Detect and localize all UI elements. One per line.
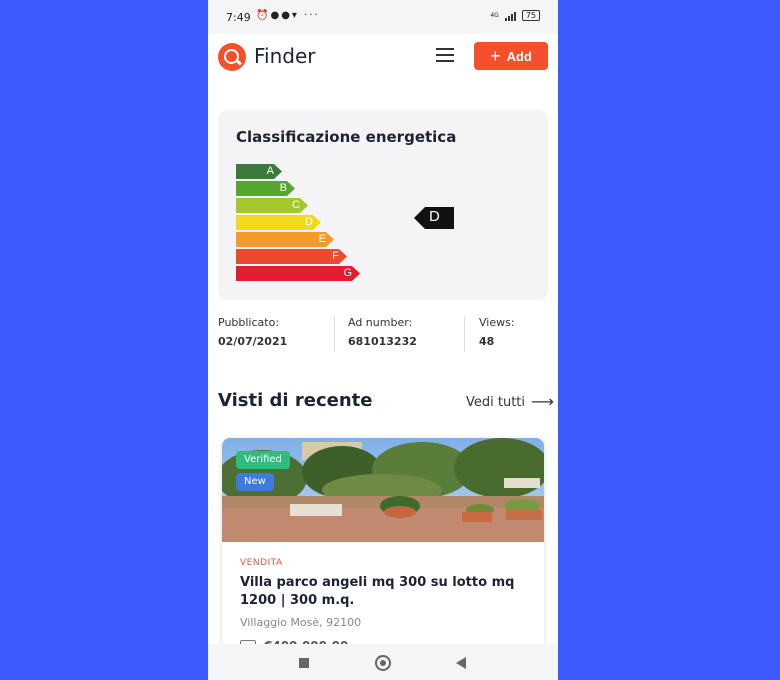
views-label: Views: [479,316,515,329]
facebook-icon: ● [281,10,292,21]
views-value: 48 [479,335,495,348]
see-all-link[interactable]: Vedi tutti ⟶ [466,394,554,410]
energy-class-label: E [318,233,326,245]
current-energy-class: D [429,208,440,225]
energy-class-b: B [236,181,295,196]
phone-screen: 7:49 ⏰●●▾ ··· 4G 75 Finder + Add Classif… [208,0,558,680]
energy-class-d: D [236,215,321,230]
new-badge: New [236,473,274,491]
energy-class-label: A [266,165,274,177]
verified-badge: Verified [236,451,290,469]
energy-class-c: C [236,198,308,213]
listing-location: Villaggio Mosè, 92100 [240,616,362,629]
finder-logo-icon[interactable] [218,43,246,71]
signal-icon [504,11,516,21]
energy-class-label: F [332,250,339,262]
energy-class-f: F [236,249,347,264]
energy-class-label: C [292,199,300,211]
see-all-label: Vedi tutti [466,394,526,410]
ad-number-value: 681013232 [348,335,417,348]
energy-class-label: G [343,267,352,279]
alarm-icon: ⏰ [256,10,271,21]
brand-name[interactable]: Finder [254,44,316,68]
energy-class-card: Classificazione energetica ABCDEFG D [218,110,548,300]
home-icon[interactable] [375,655,391,671]
add-button[interactable]: + Add [474,42,548,70]
divider [464,316,465,352]
ad-number-label: Ad number: [348,316,413,329]
back-icon[interactable] [456,657,466,669]
battery-icon: 75 [521,10,540,21]
energy-class-a: A [236,164,282,179]
twitter-icon: ▾ [291,10,299,21]
chat-icon: ● [270,10,282,21]
published-label: Pubblicato: [218,316,280,329]
recent-section-title: Visti di recente [218,390,373,411]
energy-class-title: Classificazione energetica [236,128,457,146]
listing-type: VENDITA [240,558,283,568]
energy-class-label: B [279,182,287,194]
published-value: 02/07/2021 [218,335,288,348]
listing-title[interactable]: Villa parco angeli mq 300 su lotto mq 12… [240,574,530,610]
listing-photo[interactable]: Verified New [222,438,544,542]
arrow-right-icon: ⟶ [531,392,554,411]
energy-class-g: G [236,266,360,281]
plus-icon: + [490,46,501,66]
ad-meta: Pubblicato: 02/07/2021 Ad number: 681013… [218,316,558,356]
energy-class-scale: ABCDEFG [236,164,360,283]
recents-icon[interactable] [299,658,309,668]
status-bar: 7:49 ⏰●●▾ ··· 4G 75 [208,0,558,34]
current-energy-class-marker: D [414,207,454,229]
ad-number-block: Ad number: 681013232 [348,316,417,352]
more-icon: ··· [304,10,320,21]
menu-icon[interactable] [436,48,454,62]
notification-icons: ⏰●●▾ ··· [256,10,320,21]
listing-card[interactable]: Verified New VENDITA Villa parco angeli … [222,438,544,658]
published-block: Pubblicato: 02/07/2021 [218,316,287,352]
status-time: 7:49 [226,11,251,24]
divider [334,316,335,352]
add-button-label: Add [506,48,532,64]
energy-class-label: D [305,216,313,228]
energy-class-e: E [236,232,334,247]
app-header: Finder + Add [208,34,558,80]
views-block: Views: 48 [479,316,515,352]
network-type: 4G [490,12,499,19]
system-nav-bar [208,644,558,680]
